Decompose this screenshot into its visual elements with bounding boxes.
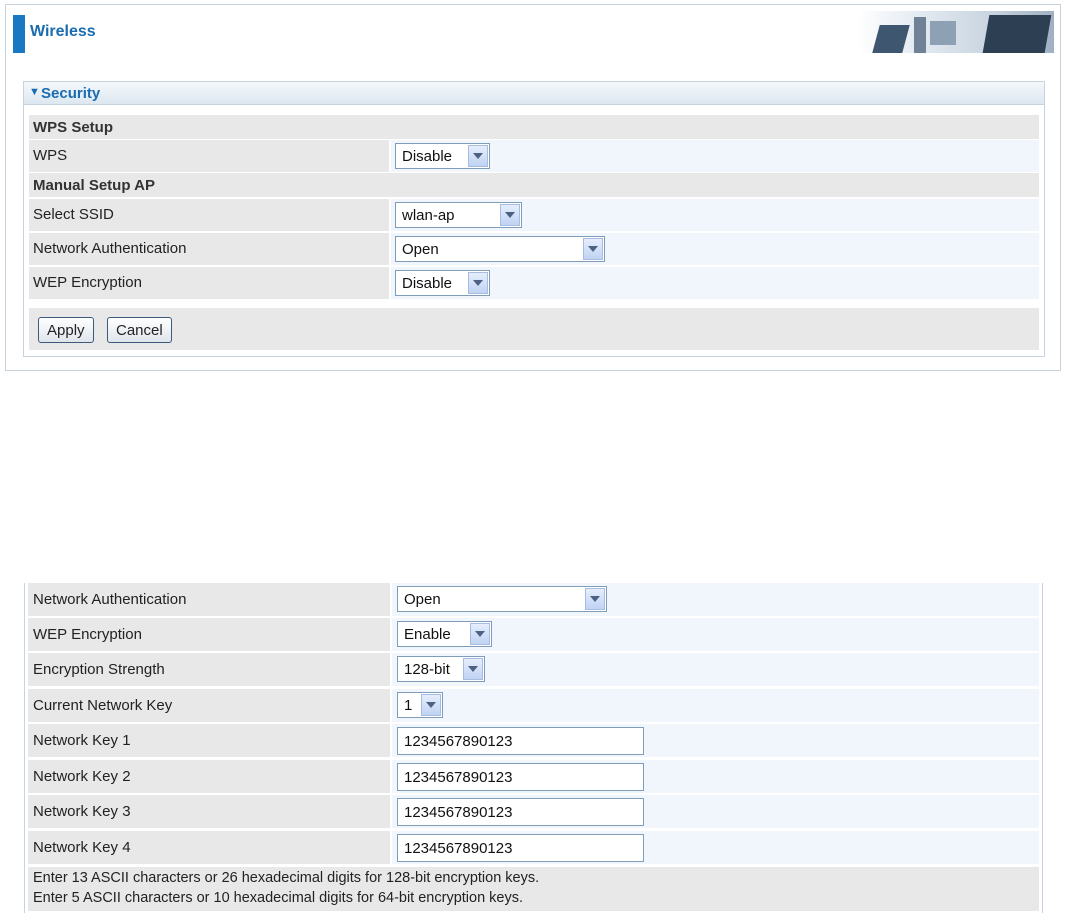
detail-auth-row: Network Authentication Open xyxy=(28,583,1039,616)
network-key-2-input[interactable] xyxy=(398,764,643,790)
network-key-4-input[interactable] xyxy=(398,835,643,861)
note-128bit: Enter 13 ASCII characters or 26 hexadeci… xyxy=(33,870,540,886)
security-section-header[interactable]: ▼ Security xyxy=(24,82,1044,105)
header-accent-bar xyxy=(13,15,25,53)
key-format-note: Enter 13 ASCII characters or 26 hexadeci… xyxy=(28,867,1039,911)
triangle-down-icon: ▼ xyxy=(29,86,40,98)
network-key-2-label: Network Key 2 xyxy=(33,768,131,785)
wps-select[interactable]: Disable xyxy=(395,143,490,169)
network-key-3-input[interactable] xyxy=(398,799,643,825)
network-key-4-row: Network Key 4 xyxy=(28,831,1039,864)
auth-label: Network Authentication xyxy=(33,240,187,257)
wps-setup-label: WPS Setup xyxy=(33,119,114,136)
wep-select[interactable]: Disable xyxy=(395,270,490,296)
network-key-2-row: Network Key 2 xyxy=(28,760,1039,793)
header-banner-image xyxy=(858,11,1054,53)
auth-row: Network Authentication Open xyxy=(29,233,1039,265)
chevron-down-icon xyxy=(500,204,520,226)
strength-row: Encryption Strength 128-bit xyxy=(28,653,1039,686)
network-key-3-row: Network Key 3 xyxy=(28,795,1039,828)
wps-setup-subheader: WPS Setup xyxy=(29,115,1039,139)
chevron-down-icon xyxy=(468,145,488,167)
chevron-down-icon xyxy=(470,623,490,645)
security-section: ▼ Security WPS Setup WPS Disable Manual … xyxy=(23,81,1045,357)
detail-wep-label: WEP Encryption xyxy=(33,626,142,643)
chevron-down-icon xyxy=(583,238,603,260)
ssid-select[interactable]: wlan-ap xyxy=(395,202,522,228)
network-key-1-row: Network Key 1 xyxy=(28,724,1039,757)
strength-label: Encryption Strength xyxy=(33,661,165,678)
auth-select[interactable]: Open xyxy=(395,236,605,262)
security-section-title: Security xyxy=(41,85,101,102)
network-key-4-label: Network Key 4 xyxy=(33,839,131,856)
manual-setup-subheader: Manual Setup AP xyxy=(29,173,1039,197)
action-row: Apply Cancel xyxy=(29,308,1039,350)
ssid-label: Select SSID xyxy=(33,206,114,223)
network-key-1-label: Network Key 1 xyxy=(33,732,131,749)
page-title: Wireless xyxy=(30,23,96,40)
wps-row: WPS Disable xyxy=(29,140,1039,172)
manual-setup-label: Manual Setup AP xyxy=(33,177,155,194)
wep-label: WEP Encryption xyxy=(33,274,142,291)
ssid-row: Select SSID wlan-ap xyxy=(29,199,1039,231)
detail-wep-row: WEP Encryption Enable xyxy=(28,618,1039,651)
current-key-label: Current Network Key xyxy=(33,697,173,714)
detail-auth-label: Network Authentication xyxy=(33,591,187,608)
wep-row: WEP Encryption Disable xyxy=(29,267,1039,299)
cancel-button[interactable]: Cancel xyxy=(107,317,172,343)
wps-label: WPS xyxy=(33,147,68,164)
network-key-1-input[interactable] xyxy=(398,728,643,754)
note-64bit: Enter 5 ASCII characters or 10 hexadecim… xyxy=(33,890,524,906)
strength-select[interactable]: 128-bit xyxy=(397,656,485,682)
detail-wep-select[interactable]: Enable xyxy=(397,621,492,647)
wireless-panel: Wireless ▼ Security WPS Setup WPS Disabl… xyxy=(5,4,1061,371)
current-key-select[interactable]: 1 xyxy=(397,692,443,718)
chevron-down-icon xyxy=(468,272,488,294)
chevron-down-icon xyxy=(463,658,483,680)
page-header: Wireless xyxy=(6,5,1060,60)
current-key-row: Current Network Key 1 xyxy=(28,689,1039,722)
chevron-down-icon xyxy=(585,588,605,610)
chevron-down-icon xyxy=(421,694,441,716)
wep-detail-panel: Network Authentication Open WEP Encrypti… xyxy=(24,583,1043,913)
apply-button[interactable]: Apply xyxy=(38,317,94,343)
detail-auth-select[interactable]: Open xyxy=(397,586,607,612)
network-key-3-label: Network Key 3 xyxy=(33,803,131,820)
